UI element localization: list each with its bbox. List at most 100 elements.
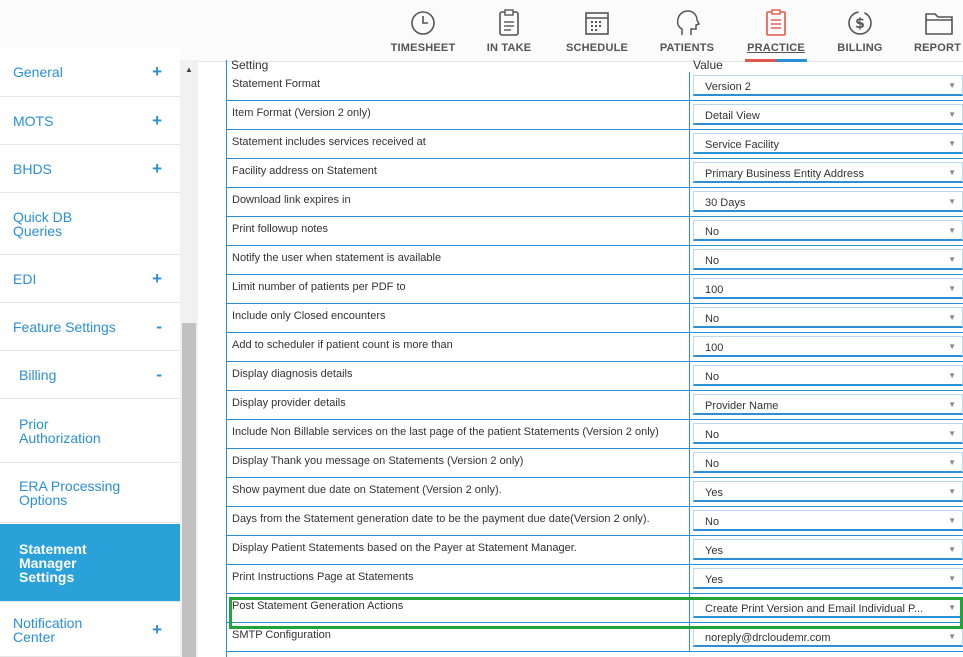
table-row: Days from the Statement generation date … — [226, 507, 963, 536]
sidebar-item-statement-manager-settings[interactable]: Statement Manager Settings — [0, 524, 180, 602]
nav-timesheet[interactable]: TIMESHEET — [389, 6, 457, 58]
sidebar-item-feature-settings[interactable]: Feature Settings - — [0, 303, 180, 351]
dropdown-arrow-icon[interactable]: ▼ — [948, 545, 956, 554]
setting-value-dropdown[interactable]: Create Print Version and Email Individua… — [693, 597, 963, 618]
setting-value-dropdown[interactable]: Service Facility ▼ — [693, 133, 963, 154]
nav-report[interactable]: REPORT — [914, 6, 963, 58]
nav-label: SCHEDULE — [565, 42, 629, 54]
dropdown-selected-value: No — [705, 458, 720, 470]
nav-billing[interactable]: $ BILLING — [834, 6, 886, 58]
nav-label: PRACTICE — [747, 42, 805, 54]
sidebar-item-mots[interactable]: MOTS + — [0, 97, 180, 145]
setting-value-dropdown[interactable]: No ▼ — [693, 365, 963, 386]
setting-value-dropdown[interactable]: Yes ▼ — [693, 539, 963, 560]
nav-practice[interactable]: PRACTICE — [743, 6, 809, 62]
dropdown-selected-value: No — [705, 226, 720, 238]
table-row: Facility address on Statement Primary Bus… — [226, 159, 963, 188]
setting-value-dropdown[interactable]: No ▼ — [693, 220, 963, 241]
dropdown-selected-value: Detail View — [705, 110, 760, 122]
sidebar-item-billing[interactable]: Billing - — [0, 351, 180, 399]
table-left-border — [226, 60, 227, 657]
setting-value-dropdown[interactable]: Provider Name ▼ — [693, 394, 963, 415]
setting-label: Display provider details — [226, 391, 690, 420]
dropdown-arrow-icon[interactable]: ▼ — [948, 197, 956, 206]
expand-icon[interactable]: + — [152, 620, 162, 640]
nav-patients[interactable]: PATIENTS — [655, 6, 719, 58]
setting-value-dropdown[interactable]: No ▼ — [693, 249, 963, 270]
svg-text:$: $ — [855, 16, 865, 32]
dropdown-arrow-icon[interactable]: ▼ — [948, 313, 956, 322]
setting-label: Post Statement Generation Actions — [226, 594, 690, 623]
sidebar-scrollbar[interactable]: ▲ — [180, 60, 198, 657]
scroll-up-arrow-icon[interactable]: ▲ — [180, 60, 198, 78]
expand-icon[interactable]: + — [152, 159, 162, 179]
collapse-icon[interactable]: - — [156, 317, 162, 337]
table-header: Setting Value — [226, 60, 963, 72]
scrollbar-thumb[interactable] — [182, 323, 196, 657]
column-header-setting: Setting — [231, 60, 269, 72]
setting-value-cell: No ▼ — [690, 362, 963, 391]
sidebar-item-label: Billing — [19, 366, 57, 383]
sidebar-item-era-processing-options[interactable]: ERA Processing Options — [0, 463, 180, 523]
sidebar: General + MOTS + BHDS + Quick DB Queries… — [0, 48, 180, 657]
dropdown-arrow-icon[interactable]: ▼ — [948, 342, 956, 351]
clock-icon — [406, 6, 440, 40]
setting-value-dropdown[interactable]: No ▼ — [693, 452, 963, 473]
expand-icon[interactable]: + — [152, 269, 162, 289]
setting-value-dropdown[interactable]: Detail View ▼ — [693, 104, 963, 125]
dollar-icon: $ — [843, 6, 877, 40]
setting-value-cell: No ▼ — [690, 449, 963, 478]
setting-value-dropdown[interactable]: Version 2 ▼ — [693, 75, 963, 96]
dropdown-arrow-icon[interactable]: ▼ — [948, 400, 956, 409]
table-row: Display Patient Statements based on the … — [226, 536, 963, 565]
sidebar-item-label: EDI — [13, 270, 37, 287]
setting-value-dropdown[interactable]: Yes ▼ — [693, 568, 963, 589]
nav-intake[interactable]: IN TAKE — [481, 6, 537, 58]
table-row: Include Non Billable services on the las… — [226, 420, 963, 449]
dropdown-selected-value: Primary Business Entity Address — [705, 168, 864, 180]
dropdown-arrow-icon[interactable]: ▼ — [948, 255, 956, 264]
collapse-icon[interactable]: - — [156, 365, 162, 385]
table-row: Statement includes services received at S… — [226, 130, 963, 159]
dropdown-arrow-icon[interactable]: ▼ — [948, 110, 956, 119]
sidebar-item-prior-authorization[interactable]: Prior Authorization — [0, 399, 180, 463]
dropdown-arrow-icon[interactable]: ▼ — [948, 139, 956, 148]
setting-value-dropdown[interactable]: 30 Days ▼ — [693, 191, 963, 212]
sidebar-item-edi[interactable]: EDI + — [0, 255, 180, 303]
dropdown-arrow-icon[interactable]: ▼ — [948, 168, 956, 177]
setting-value-dropdown[interactable]: noreply@drcloudemr.com ▼ — [693, 626, 963, 647]
setting-label: Print followup notes — [226, 217, 690, 246]
sidebar-item-bhds[interactable]: BHDS + — [0, 145, 180, 193]
dropdown-selected-value: 30 Days — [705, 197, 746, 209]
nav-schedule[interactable]: SCHEDULE — [563, 6, 631, 58]
setting-value-dropdown[interactable]: 100 ▼ — [693, 278, 963, 299]
dropdown-arrow-icon[interactable]: ▼ — [948, 632, 956, 641]
sidebar-item-notification-center[interactable]: Notification Center + — [0, 603, 180, 657]
setting-value-dropdown[interactable]: No ▼ — [693, 510, 963, 531]
calendar-icon — [580, 6, 614, 40]
table-row: Display Thank you message on Statements … — [226, 449, 963, 478]
setting-value-dropdown[interactable]: 100 ▼ — [693, 336, 963, 357]
nav-label: TIMESHEET — [390, 42, 456, 54]
expand-icon[interactable]: + — [152, 62, 162, 82]
dropdown-arrow-icon[interactable]: ▼ — [948, 516, 956, 525]
dropdown-arrow-icon[interactable]: ▼ — [948, 487, 956, 496]
dropdown-arrow-icon[interactable]: ▼ — [948, 284, 956, 293]
sidebar-item-quick-db-queries[interactable]: Quick DB Queries — [0, 193, 180, 255]
dropdown-arrow-icon[interactable]: ▼ — [948, 226, 956, 235]
setting-value-dropdown[interactable]: Yes ▼ — [693, 481, 963, 502]
dropdown-arrow-icon[interactable]: ▼ — [948, 429, 956, 438]
dropdown-arrow-icon[interactable]: ▼ — [948, 603, 956, 612]
sidebar-item-general[interactable]: General + — [0, 48, 180, 97]
setting-label: Print Instructions Page at Statements — [226, 565, 690, 594]
setting-label: Include only Closed encounters — [226, 304, 690, 333]
setting-value-dropdown[interactable]: No ▼ — [693, 423, 963, 444]
setting-value-dropdown[interactable]: No ▼ — [693, 307, 963, 328]
dropdown-arrow-icon[interactable]: ▼ — [948, 371, 956, 380]
setting-label: Statement Format — [226, 72, 690, 101]
setting-value-dropdown[interactable]: Primary Business Entity Address ▼ — [693, 162, 963, 183]
dropdown-arrow-icon[interactable]: ▼ — [948, 574, 956, 583]
dropdown-arrow-icon[interactable]: ▼ — [948, 458, 956, 467]
expand-icon[interactable]: + — [152, 111, 162, 131]
dropdown-arrow-icon[interactable]: ▼ — [948, 81, 956, 90]
